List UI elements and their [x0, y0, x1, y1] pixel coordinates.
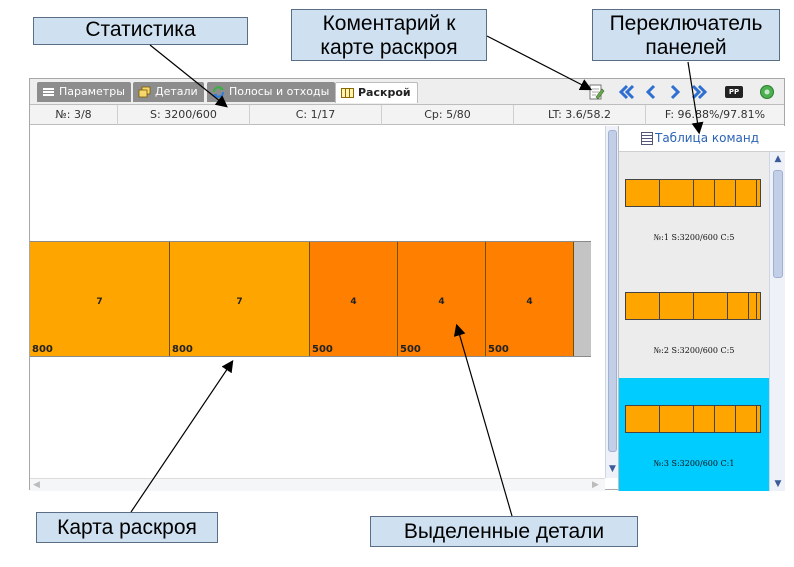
- plan-strip-preview: [625, 292, 761, 320]
- cut-piece[interactable]: 4 500: [398, 242, 486, 356]
- cutting-map: 7 800 7 800 4 500 4 500 4 500: [30, 126, 605, 478]
- plan-segment: [626, 406, 660, 432]
- plan-segment: [626, 293, 660, 319]
- note-edit-icon[interactable]: [587, 83, 605, 101]
- cut-piece-quantity: 4: [438, 297, 445, 307]
- cut-piece-length: 800: [32, 344, 53, 355]
- scroll-left-arrow-icon[interactable]: ◀: [33, 479, 40, 492]
- panel-vertical-scroll-thumb[interactable]: [773, 170, 783, 278]
- panel-vertical-scrollbar[interactable]: ▲ ▼: [769, 152, 785, 491]
- scroll-right-arrow-icon[interactable]: ▶: [592, 479, 599, 492]
- cutting-plan-item[interactable]: №:3 S:3200/600 C:1: [619, 378, 769, 491]
- cutting-plan-item[interactable]: №:2 S:3200/600 C:5: [619, 265, 769, 378]
- panel-scroll-up-icon[interactable]: ▲: [770, 152, 786, 166]
- stat-size: S: 3200/600: [118, 105, 250, 125]
- plan-segment: [694, 293, 728, 319]
- cut-piece-length: 800: [172, 344, 193, 355]
- plan-segment: [715, 406, 736, 432]
- cut-piece-length: 500: [312, 344, 333, 355]
- plan-caption: №:3 S:3200/600 C:1: [653, 459, 735, 468]
- cut-piece-quantity: 4: [526, 297, 533, 307]
- callout-map: Карта раскроя: [36, 512, 218, 543]
- map-vertical-scroll-thumb[interactable]: [608, 130, 617, 452]
- plan-segment: [715, 180, 736, 206]
- list-icon: [43, 88, 54, 96]
- table-icon: [641, 132, 653, 145]
- callout-comment: Коментарий к карте раскроя: [291, 9, 487, 61]
- panel-scroll-down-icon[interactable]: ▼: [770, 477, 786, 491]
- cut-piece-quantity: 4: [350, 297, 357, 307]
- command-table-panel: Таблица команд №:1 S:3200/600 C:5 №:2 S:3…: [618, 126, 785, 491]
- map-vertical-scrollbar[interactable]: ▼: [605, 126, 618, 478]
- plan-segment: [660, 180, 694, 206]
- chevron-right-icon[interactable]: [666, 83, 684, 101]
- plan-strip-preview: [625, 405, 761, 433]
- cut-piece-quantity: 7: [236, 297, 243, 307]
- plan-segment: [736, 180, 757, 206]
- refresh-icon: [213, 86, 224, 98]
- tab-strips-waste-label: Полосы и отходы: [229, 85, 330, 98]
- callout-switcher-line1: Переключатель: [609, 12, 763, 35]
- callout-switcher-line2: панелей: [645, 36, 727, 59]
- plan-segment: [626, 180, 660, 206]
- tab-cutting-label: Раскрой: [358, 86, 411, 99]
- plan-segment: [736, 406, 757, 432]
- plan-segment: [728, 293, 749, 319]
- cut-piece[interactable]: 4 500: [310, 242, 398, 356]
- plan-segment: [694, 180, 715, 206]
- plan-segment: [694, 406, 715, 432]
- stat-f: F: 96.88%/97.81%: [664, 108, 766, 121]
- plan-caption: №:2 S:3200/600 C:5: [653, 346, 735, 355]
- parts-icon: [138, 86, 151, 98]
- statistics-bar: №: 3/8 S: 3200/600 C: 1/17 Cp: 5/80 LT: …: [30, 105, 784, 125]
- columns-icon: [341, 88, 354, 98]
- callout-comment-line2: карте раскроя: [320, 36, 458, 59]
- panel-switch-button[interactable]: PP: [725, 86, 743, 98]
- stat-cp: Cp: 5/80: [382, 105, 514, 125]
- callout-switcher: Переключатель панелей: [592, 9, 780, 61]
- stock-strip: 7 800 7 800 4 500 4 500 4 500: [30, 241, 591, 357]
- stat-lt: LT: 3.6/58.2: [514, 105, 646, 125]
- plan-segment: [749, 293, 757, 319]
- tab-parts-label: Детали: [155, 85, 198, 98]
- tab-parts[interactable]: Детали: [133, 82, 204, 102]
- cut-piece[interactable]: 7 800: [30, 242, 170, 356]
- tab-parameters-label: Параметры: [59, 85, 125, 98]
- cut-piece-length: 500: [400, 344, 421, 355]
- map-horizontal-scrollbar[interactable]: ◀ ▶: [30, 478, 605, 491]
- cut-piece[interactable]: 7 800: [170, 242, 310, 356]
- cutting-plan-item[interactable]: №:1 S:3200/600 C:5: [619, 152, 769, 265]
- callout-stats: Статистика: [33, 17, 248, 45]
- plan-segment: [660, 406, 694, 432]
- double-chevron-left-icon[interactable]: [618, 83, 636, 101]
- cut-piece-quantity: 7: [96, 297, 103, 307]
- stat-count: C: 1/17: [250, 105, 382, 125]
- callout-map-text: Карта раскроя: [57, 516, 197, 539]
- plan-strip-preview: [625, 179, 761, 207]
- callout-comment-line1: Коментарий к: [322, 12, 456, 35]
- cut-piece[interactable]: 4 500: [486, 242, 574, 356]
- cutting-app: Параметры Детали Полосы и отходы Раскрой: [29, 78, 785, 491]
- tab-parameters[interactable]: Параметры: [37, 82, 131, 102]
- tab-cutting[interactable]: Раскрой: [335, 82, 418, 103]
- help-circle-icon[interactable]: [758, 83, 776, 101]
- double-chevron-right-icon[interactable]: [690, 83, 708, 101]
- waste-area: [574, 242, 591, 356]
- panel-switch-label: PP: [728, 88, 740, 96]
- callout-selected: Выделенные детали: [370, 516, 638, 547]
- plan-segment: [660, 293, 694, 319]
- cut-piece-length: 500: [488, 344, 509, 355]
- tab-bar: Параметры Детали Полосы и отходы Раскрой: [30, 79, 784, 105]
- chevron-left-icon[interactable]: [642, 83, 660, 101]
- stat-number: №: 3/8: [30, 105, 118, 125]
- command-table-title: Таблица команд: [655, 131, 760, 145]
- tab-strips-waste[interactable]: Полосы и отходы: [207, 82, 336, 102]
- cutting-plan-list: №:1 S:3200/600 C:5 №:2 S:3200/600 C:5 №:3 …: [619, 152, 769, 491]
- callout-stats-text: Статистика: [85, 18, 196, 41]
- plan-caption: №:1 S:3200/600 C:5: [653, 233, 735, 242]
- callout-selected-text: Выделенные детали: [403, 520, 605, 543]
- command-table-header[interactable]: Таблица команд: [619, 126, 785, 152]
